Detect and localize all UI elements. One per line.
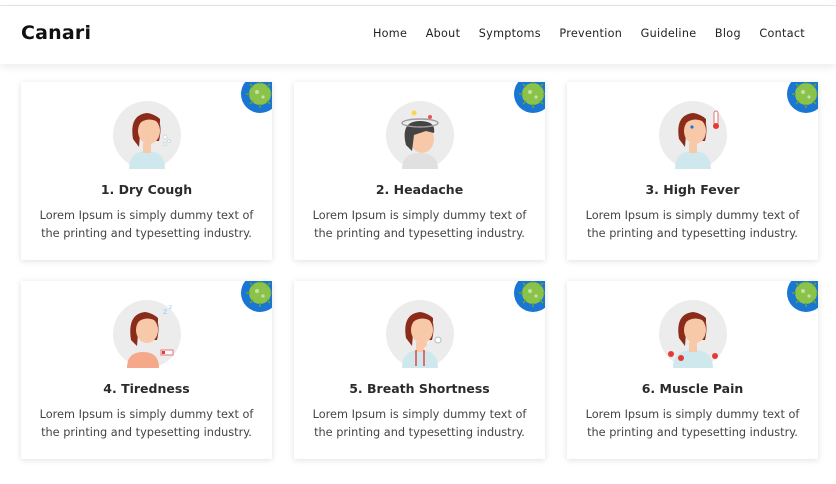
symptom-card: 1. Dry Cough Lorem Ipsum is simply dummy…	[21, 82, 272, 260]
virus-icon	[514, 281, 545, 312]
card-description: Lorem Ipsum is simply dummy text of the …	[312, 408, 527, 439]
nav-guideline[interactable]: Guideline	[641, 27, 697, 40]
symptom-card: 2. Headache Lorem Ipsum is simply dummy …	[294, 82, 545, 260]
card-title: 2. Headache	[375, 182, 464, 197]
virus-icon	[787, 82, 818, 113]
card-description: Lorem Ipsum is simply dummy text of the …	[312, 209, 527, 240]
muscle-pain-icon	[658, 300, 727, 368]
nav-prevention[interactable]: Prevention	[559, 27, 622, 40]
card-title: 5. Breath Shortness	[349, 381, 490, 396]
headache-icon	[385, 101, 454, 169]
card-title: 3. High Fever	[645, 182, 740, 197]
brand-logo[interactable]: Canari	[21, 22, 91, 44]
virus-icon	[514, 82, 545, 113]
card-title: 1. Dry Cough	[100, 182, 193, 197]
nav-about[interactable]: About	[426, 27, 461, 40]
card-description: Lorem Ipsum is simply dummy text of the …	[585, 408, 800, 439]
breath-shortness-icon	[385, 300, 454, 368]
high-fever-icon	[658, 101, 727, 169]
dry-cough-icon	[112, 101, 181, 169]
virus-icon	[241, 281, 272, 312]
virus-icon	[241, 82, 272, 113]
tiredness-icon: z z	[112, 300, 181, 368]
symptom-card: 5. Breath Shortness Lorem Ipsum is simpl…	[294, 281, 545, 459]
symptom-card: 6. Muscle Pain Lorem Ipsum is simply dum…	[567, 281, 818, 459]
symptom-card: 3. High Fever Lorem Ipsum is simply dumm…	[567, 82, 818, 260]
nav-contact[interactable]: Contact	[759, 27, 805, 40]
symptom-card: z z 4. Tiredness Lorem Ipsum is simply d…	[21, 281, 272, 459]
card-title: 6. Muscle Pain	[641, 381, 744, 396]
site-header: Canari Home About Symptoms Prevention Gu…	[0, 6, 836, 64]
svg-text:z: z	[169, 304, 172, 311]
nav-blog[interactable]: Blog	[715, 27, 741, 40]
nav-symptoms[interactable]: Symptoms	[479, 27, 541, 40]
main-nav: Home About Symptoms Prevention Guideline…	[373, 27, 805, 40]
nav-home[interactable]: Home	[373, 27, 407, 40]
card-description: Lorem Ipsum is simply dummy text of the …	[39, 209, 254, 240]
card-description: Lorem Ipsum is simply dummy text of the …	[585, 209, 800, 240]
virus-icon	[787, 281, 818, 312]
svg-text:z: z	[163, 307, 167, 316]
card-title: 4. Tiredness	[103, 381, 190, 396]
card-description: Lorem Ipsum is simply dummy text of the …	[39, 408, 254, 439]
